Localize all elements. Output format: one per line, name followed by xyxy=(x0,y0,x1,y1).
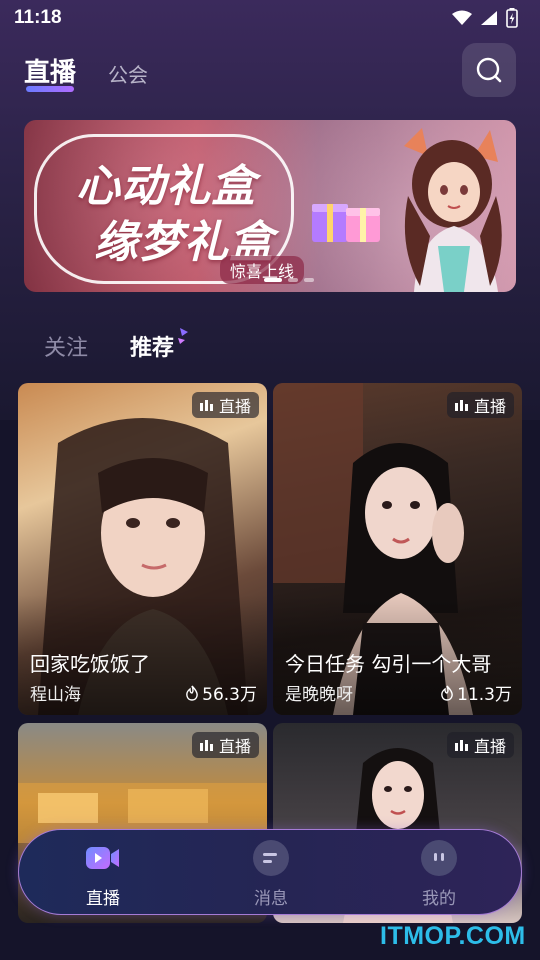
bottom-navigation: 直播 消息 我的 xyxy=(18,829,522,915)
live-bars-icon xyxy=(454,400,468,411)
live-card[interactable]: 直播 今日任务 勾引一个大哥 是晚晚呀 11.3万 xyxy=(273,383,522,715)
signal-icon xyxy=(481,11,497,25)
battery-icon xyxy=(506,8,518,28)
promo-banner[interactable]: 心动礼盒 缘梦礼盒 惊喜上线 xyxy=(24,120,516,292)
nav-item-live[interactable]: 直播 xyxy=(63,840,143,909)
live-badge: 直播 xyxy=(191,732,259,758)
card-heat-value: 11.3万 xyxy=(457,685,512,705)
top-header: 直播 公会 xyxy=(0,40,540,100)
nav-label-profile: 我的 xyxy=(422,889,456,909)
live-bars-icon xyxy=(199,740,213,751)
live-badge-label: 直播 xyxy=(473,737,506,756)
live-bars-icon xyxy=(454,740,468,751)
profile-face-icon xyxy=(421,840,457,876)
card-title: 回家吃饭饭了 xyxy=(30,652,150,676)
site-watermark: ITMOP.COM xyxy=(380,922,526,950)
banner-title-line1: 心动礼盒 xyxy=(76,161,256,212)
nav-label-live: 直播 xyxy=(86,889,120,909)
subtab-follow[interactable]: 关注 xyxy=(44,330,88,362)
wifi-icon xyxy=(452,10,472,25)
character-illustration xyxy=(404,128,502,292)
status-bar: 11:18 xyxy=(0,0,540,36)
nav-item-profile[interactable]: 我的 xyxy=(399,840,479,909)
nav-label-messages: 消息 xyxy=(254,889,288,909)
video-camera-icon xyxy=(85,840,121,876)
tab-live-indicator xyxy=(26,86,74,92)
message-icon xyxy=(253,840,289,876)
sparkle-icon xyxy=(178,328,188,344)
card-heat: 11.3万 xyxy=(440,680,512,705)
flame-icon xyxy=(186,685,198,701)
card-title: 今日任务 勾引一个大哥 xyxy=(285,652,492,676)
search-button[interactable] xyxy=(462,43,516,97)
banner-pagination xyxy=(264,278,314,282)
live-bars-icon xyxy=(199,400,213,411)
status-icons xyxy=(452,8,518,28)
flame-icon xyxy=(441,685,453,701)
card-heat-value: 56.3万 xyxy=(202,685,257,705)
banner-dot[interactable] xyxy=(304,278,314,282)
banner-dot[interactable] xyxy=(288,278,298,282)
gift-box-icon xyxy=(312,204,380,242)
search-icon xyxy=(476,57,502,83)
banner-dot[interactable] xyxy=(264,278,282,282)
card-host-name: 程山海 xyxy=(30,685,81,705)
live-badge-label: 直播 xyxy=(218,397,251,416)
status-time: 11:18 xyxy=(14,7,62,28)
card-host-name: 是晚晚呀 xyxy=(285,685,353,705)
subtab-recommend[interactable]: 推荐 xyxy=(130,330,174,362)
card-heat: 56.3万 xyxy=(185,680,257,705)
live-badge: 直播 xyxy=(191,392,259,418)
live-badge-label: 直播 xyxy=(218,737,251,756)
tab-guild[interactable]: 公会 xyxy=(108,59,148,88)
live-badge-label: 直播 xyxy=(473,397,506,416)
tab-live[interactable]: 直播 xyxy=(24,52,76,89)
live-badge: 直播 xyxy=(446,392,514,418)
live-badge: 直播 xyxy=(446,732,514,758)
live-card[interactable]: 直播 回家吃饭饭了 程山海 56.3万 xyxy=(18,383,267,715)
nav-item-messages[interactable]: 消息 xyxy=(231,840,311,909)
